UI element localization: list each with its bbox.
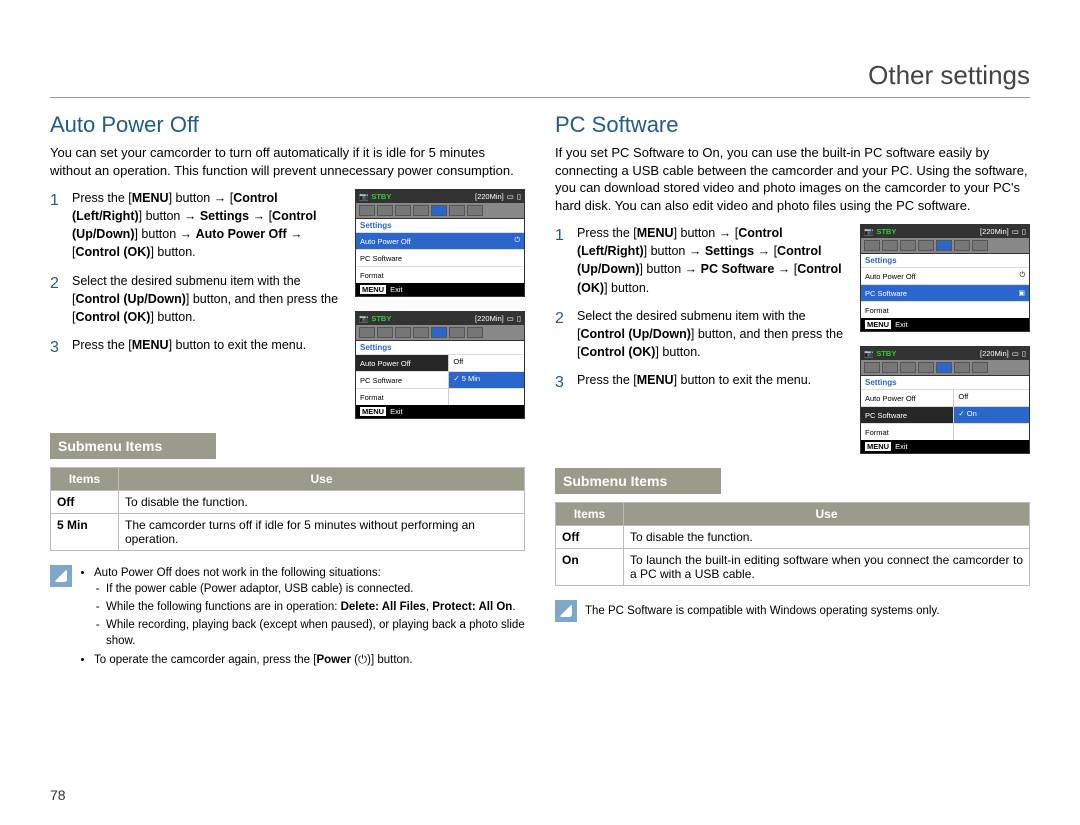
intro-apo: You can set your camcorder to turn off a…	[50, 144, 525, 179]
col-auto-power-off: Auto Power Off You can set your camcorde…	[50, 108, 525, 670]
submenu-table-pcs: ItemsUse OffTo disable the function. OnT…	[555, 502, 1030, 586]
power-icon: ⏻	[358, 654, 367, 666]
section-title-apo: Auto Power Off	[50, 112, 525, 138]
submenu-table-apo: ItemsUse OffTo disable the function. 5 M…	[50, 467, 525, 551]
step-3: 3 Press the [MENU] button to exit the me…	[50, 336, 345, 359]
col-pc-software: PC Software If you set PC Software to On…	[555, 108, 1030, 670]
screen-apo-2: 📷STBY[220Min]▭▯ Settings Auto Power Off …	[355, 311, 525, 419]
note-pcs: The PC Software is compatible with Windo…	[555, 600, 1030, 622]
page-title: Other settings	[50, 40, 1030, 97]
step-2: 2 Select the desired submenu item with t…	[50, 272, 345, 326]
screen-apo-1: 📷STBY[220Min]▭▯ Settings Auto Power Off⏻…	[355, 189, 525, 297]
screen-pcs-2: 📷STBY[220Min]▭▯ Settings Auto Power Off …	[860, 346, 1030, 454]
step-2: 2 Select the desired submenu item with t…	[555, 307, 850, 361]
submenu-header-pcs: Submenu Items	[555, 468, 721, 494]
screen-pcs-1: 📷STBY[220Min]▭▯ Settings Auto Power Off⏻…	[860, 224, 1030, 332]
note-apo: Auto Power Off does not work in the foll…	[50, 565, 525, 670]
intro-pcs: If you set PC Software to On, you can us…	[555, 144, 1030, 214]
submenu-header-apo: Submenu Items	[50, 433, 216, 459]
page-header: Other settings	[50, 40, 1030, 98]
step-3: 3 Press the [MENU] button to exit the me…	[555, 371, 850, 394]
section-title-pcs: PC Software	[555, 112, 1030, 138]
note-icon	[555, 600, 577, 622]
page-number: 78	[50, 787, 66, 803]
step-1: 1 Press the [MENU] button → [Control (Le…	[50, 189, 345, 262]
step-1: 1 Press the [MENU] button → [Control (Le…	[555, 224, 850, 297]
note-icon	[50, 565, 72, 587]
